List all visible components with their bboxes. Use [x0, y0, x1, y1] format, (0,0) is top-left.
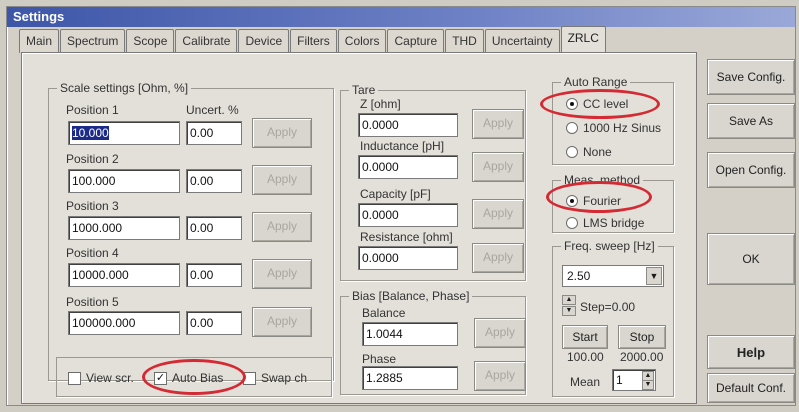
help-button[interactable]: Help	[707, 335, 795, 369]
step-label: Step=0.00	[580, 300, 636, 314]
default-conf-button[interactable]: Default Conf.	[707, 373, 795, 403]
position-5-label: Position 5	[66, 295, 119, 309]
position-2-uncert-field[interactable]: 0.00	[186, 169, 242, 193]
position-3-apply-button[interactable]: Apply	[252, 212, 312, 242]
start-button[interactable]: Start	[562, 325, 608, 349]
none-radio-dot	[566, 146, 578, 158]
tab-colors[interactable]: Colors	[337, 29, 387, 53]
tare-capacity-field[interactable]: 0.0000	[358, 203, 458, 227]
swap-ch-label: Swap ch	[261, 371, 308, 385]
position-1-field[interactable]: 10.000	[68, 121, 180, 145]
freq-sweep-select[interactable]: 2.50 ▼	[562, 265, 664, 287]
sinus-1000hz-label: 1000 Hz Sinus	[583, 121, 662, 135]
tare-z-apply-button[interactable]: Apply	[472, 109, 524, 139]
position-2-apply-button[interactable]: Apply	[252, 165, 312, 195]
position-5-field[interactable]: 100000.000	[68, 311, 180, 335]
position-3-uncert-field[interactable]: 0.00	[186, 216, 242, 240]
tab-capture[interactable]: Capture	[387, 29, 445, 53]
tab-spectrum[interactable]: Spectrum	[60, 29, 126, 53]
settings-window: Settings Main Spectrum Scope Calibrate D…	[6, 6, 796, 406]
balance-apply-button[interactable]: Apply	[474, 318, 526, 348]
sinus-1000hz-radio[interactable]: 1000 Hz Sinus	[566, 121, 661, 135]
auto-range-legend: Auto Range	[564, 75, 628, 89]
tab-scope[interactable]: Scope	[126, 29, 175, 53]
view-scr-check-icon	[68, 371, 81, 385]
position-3-label: Position 3	[66, 199, 119, 213]
tab-thd[interactable]: THD	[445, 29, 484, 53]
position-4-label: Position 4	[66, 246, 119, 260]
auto-bias-highlight-ring	[142, 359, 246, 395]
mean-label: Mean	[570, 375, 601, 389]
bias-legend: Bias [Balance, Phase]	[352, 289, 470, 303]
tab-strip: Main Spectrum Scope Calibrate Device Fil…	[19, 26, 607, 53]
position-4-uncert-field[interactable]: 0.00	[186, 263, 242, 287]
lms-bridge-radio-dot	[566, 217, 578, 229]
position-4-field[interactable]: 10000.000	[68, 263, 180, 287]
position-1-uncert-field[interactable]: 0.00	[186, 121, 242, 145]
scale-settings-legend: Scale settings [Ohm, %]	[60, 81, 189, 95]
position-2-label: Position 2	[66, 152, 119, 166]
ok-button[interactable]: OK	[707, 233, 795, 285]
lms-bridge-label: LMS bridge	[583, 216, 645, 230]
uncert-header: Uncert. %	[186, 103, 239, 117]
zrlc-panel: Scale settings [Ohm, %] Position 1 Uncer…	[21, 52, 697, 404]
tab-uncertainty[interactable]: Uncertainty	[484, 29, 560, 53]
tare-resistance-label: Resistance [ohm]	[360, 230, 453, 244]
tare-resistance-apply-button[interactable]: Apply	[472, 243, 524, 273]
position-5-uncert-field[interactable]: 0.00	[186, 311, 242, 335]
position-4-apply-button[interactable]: Apply	[252, 259, 312, 289]
view-scr-label: View scr.	[86, 371, 134, 385]
balance-label: Balance	[362, 306, 406, 320]
tare-z-field[interactable]: 0.0000	[358, 113, 458, 137]
position-1-apply-button[interactable]: Apply	[252, 118, 312, 148]
open-config-button[interactable]: Open Config.	[707, 152, 795, 188]
step-down-arrow-icon[interactable]: ▼	[562, 306, 576, 316]
step-up-arrow-icon[interactable]: ▲	[562, 295, 576, 305]
tab-main[interactable]: Main	[19, 29, 60, 53]
save-as-button[interactable]: Save As	[707, 103, 795, 139]
tare-inductance-field[interactable]: 0.0000	[358, 155, 458, 179]
stop-button[interactable]: Stop	[618, 325, 666, 349]
freq-sweep-legend: Freq. sweep [Hz]	[564, 239, 655, 253]
position-1-label: Position 1	[66, 103, 119, 117]
cc-level-highlight-ring	[540, 89, 660, 119]
phase-field[interactable]: 1.2885	[362, 366, 458, 390]
phase-apply-button[interactable]: Apply	[474, 361, 526, 391]
fourier-highlight-ring	[546, 181, 652, 213]
stop-value: 2000.00	[620, 350, 664, 364]
phase-label: Phase	[362, 352, 397, 366]
start-value: 100.00	[567, 350, 604, 364]
tare-resistance-field[interactable]: 0.0000	[358, 246, 458, 270]
tab-zrlc[interactable]: ZRLC	[560, 26, 606, 53]
tare-inductance-label: Inductance [pH]	[360, 139, 445, 153]
window-title: Settings	[7, 7, 795, 27]
position-2-field[interactable]: 100.000	[68, 169, 180, 193]
tab-device[interactable]: Device	[238, 29, 290, 53]
chevron-down-icon[interactable]: ▼	[646, 267, 662, 285]
tare-inductance-apply-button[interactable]: Apply	[472, 152, 524, 182]
none-radio[interactable]: None	[566, 145, 612, 159]
none-label: None	[583, 145, 612, 159]
tare-legend: Tare	[352, 83, 376, 97]
save-config-button[interactable]: Save Config.	[707, 59, 795, 95]
tare-capacity-label: Capacity [pF]	[360, 187, 431, 201]
mean-down-arrow-icon[interactable]: ▼	[642, 380, 654, 390]
balance-field[interactable]: 1.0044	[362, 322, 458, 346]
tab-calibrate[interactable]: Calibrate	[175, 29, 238, 53]
lms-bridge-radio[interactable]: LMS bridge	[566, 216, 644, 230]
tare-capacity-apply-button[interactable]: Apply	[472, 199, 524, 229]
tab-filters[interactable]: Filters	[290, 29, 337, 53]
tare-z-label: Z [ohm]	[360, 97, 401, 111]
view-scr-checkbox[interactable]: View scr.	[68, 371, 134, 385]
freq-sweep-value: 2.50	[567, 269, 591, 283]
position-5-apply-button[interactable]: Apply	[252, 307, 312, 337]
sinus-1000hz-radio-dot	[566, 122, 578, 134]
position-3-field[interactable]: 1000.000	[68, 216, 180, 240]
swap-ch-checkbox[interactable]: Swap ch	[243, 371, 307, 385]
